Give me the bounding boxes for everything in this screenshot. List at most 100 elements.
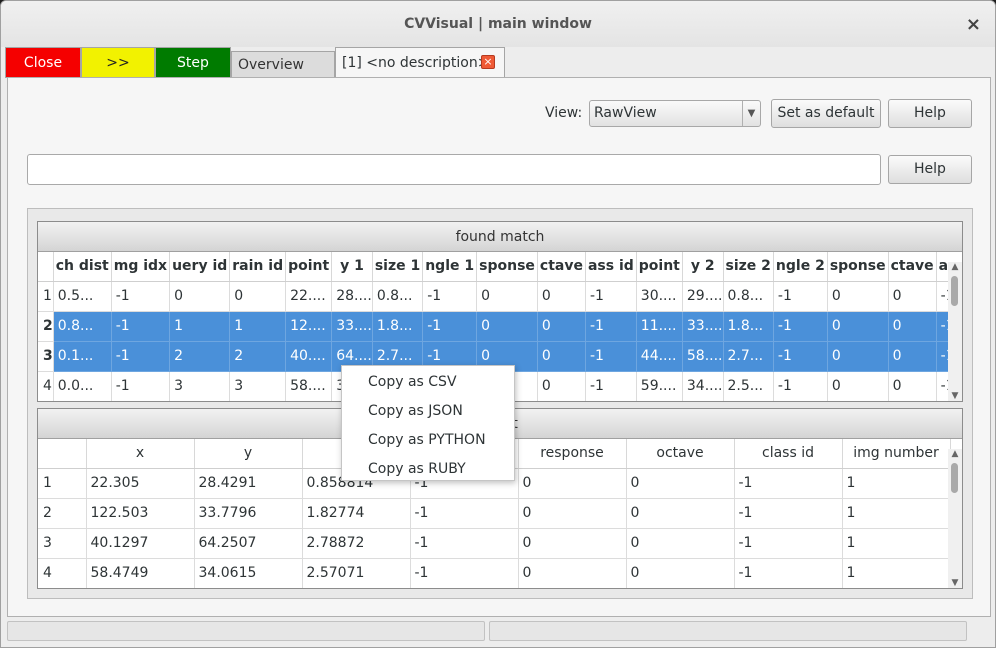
table-cell[interactable]: 58.... [682, 341, 724, 372]
table-cell[interactable]: 34.... [682, 371, 724, 401]
table-cell[interactable]: 122.503 [86, 498, 195, 529]
column-header[interactable]: ctave [888, 252, 937, 282]
table-cell[interactable]: 28.4291 [194, 468, 303, 499]
set-default-button[interactable]: Set as default [771, 99, 881, 128]
table-cell[interactable]: 1 [169, 311, 231, 342]
table-cell[interactable]: 1 [842, 468, 951, 499]
table-cell[interactable]: 0.5... [53, 281, 112, 312]
table-cell[interactable]: 0 [888, 281, 937, 312]
table-row[interactable]: 4 58.4749 34.0615 2.57071 -1 0 0 -1 1 [38, 558, 951, 588]
table-cell[interactable]: 2 [169, 341, 231, 372]
table-cell[interactable]: -1 [111, 371, 171, 401]
table-cell[interactable]: 0.1... [53, 341, 112, 372]
help-button-filter[interactable]: Help [888, 155, 972, 184]
table-cell[interactable]: 0 [626, 498, 735, 529]
scroll-thumb[interactable] [951, 276, 958, 306]
table-cell[interactable]: 40.... [285, 341, 333, 372]
column-header[interactable]: size 2 [723, 252, 774, 282]
found-match-header[interactable]: found match [38, 222, 962, 252]
tab-close-icon[interactable]: × [481, 55, 495, 69]
column-header[interactable]: img number [842, 439, 951, 469]
table-cell[interactable]: 0 [518, 558, 627, 588]
table-cell[interactable]: 33.... [682, 311, 724, 342]
table-cell[interactable]: 1 [229, 311, 287, 342]
table-cell[interactable]: 1.82774 [302, 498, 411, 529]
table-cell[interactable]: -1 [773, 341, 828, 372]
table-cell[interactable]: 0 [888, 311, 937, 342]
table-cell[interactable]: -1 [111, 311, 171, 342]
table-cell[interactable]: 0 [537, 281, 586, 312]
column-header[interactable]: point [285, 252, 333, 282]
table-cell[interactable]: -1 [734, 558, 843, 588]
table-cell[interactable]: 1.8... [372, 311, 424, 342]
table-cell[interactable]: 64.2507 [194, 528, 303, 559]
view-select[interactable]: RawView ▼ [589, 100, 761, 127]
table-cell[interactable]: 0 [827, 281, 889, 312]
scroll-up-icon[interactable]: ▲ [948, 262, 962, 272]
table-row[interactable]: 3 40.1297 64.2507 2.78872 -1 0 0 -1 1 [38, 528, 951, 559]
column-header[interactable]: ch dist [53, 252, 112, 282]
table-cell[interactable]: 12.... [285, 311, 333, 342]
table-cell[interactable]: 0.8... [53, 311, 112, 342]
column-header[interactable]: point [636, 252, 683, 282]
table-cell[interactable]: -1 [773, 311, 828, 342]
table-cell[interactable]: 33.7796 [194, 498, 303, 529]
row-header[interactable]: 2 [38, 498, 87, 529]
table-row[interactable]: 2 0.8... -1 1 1 12.... 33.... 1.8... -1 0 0 -1 11...… [38, 311, 962, 342]
table-cell[interactable]: 22.... [285, 281, 333, 312]
filter-input[interactable] [27, 154, 881, 185]
table-cell[interactable]: 30.... [636, 281, 683, 312]
copy-as-json-item[interactable]: Copy as JSON [342, 397, 514, 426]
table-cell[interactable]: 11.... [636, 311, 683, 342]
column-header[interactable]: uery id [169, 252, 231, 282]
row-header[interactable]: 4 [38, 371, 54, 401]
table-cell[interactable]: 1 [842, 528, 951, 559]
table-cell[interactable]: -1 [734, 468, 843, 499]
table-cell[interactable]: 44.... [636, 341, 683, 372]
row-header[interactable]: 1 [38, 281, 54, 312]
column-header[interactable]: sponse [476, 252, 538, 282]
column-header[interactable]: ngle 2 [773, 252, 828, 282]
table-cell[interactable]: -1 [734, 528, 843, 559]
column-header[interactable]: y [194, 439, 303, 469]
table-cell[interactable]: -1 [410, 528, 519, 559]
table-cell[interactable]: 0 [476, 311, 538, 342]
table-cell[interactable]: 0 [626, 558, 735, 588]
table-cell[interactable]: 1 [842, 558, 951, 588]
table-cell[interactable]: -1 [111, 281, 171, 312]
table-cell[interactable]: 40.1297 [86, 528, 195, 559]
table-cell[interactable]: 59.... [636, 371, 683, 401]
tab-overview[interactable]: Overview [231, 51, 335, 78]
column-header[interactable]: octave [626, 439, 735, 469]
table-cell[interactable]: 0 [169, 281, 231, 312]
table-cell[interactable]: -1 [773, 371, 828, 401]
tab-next-button[interactable]: >> [81, 47, 155, 78]
table-cell[interactable]: 0 [626, 468, 735, 499]
table-cell[interactable]: 0 [537, 371, 586, 401]
table-cell[interactable]: -1 [422, 311, 478, 342]
scroll-down-icon[interactable]: ▼ [948, 578, 962, 588]
table-cell[interactable]: 0 [229, 281, 287, 312]
column-header[interactable]: ass id [585, 252, 637, 282]
copy-as-python-item[interactable]: Copy as PYTHON [342, 426, 514, 455]
tab-close-button[interactable]: Close [5, 47, 81, 78]
column-header[interactable]: response [518, 439, 627, 469]
table-cell[interactable]: 1.8... [723, 311, 774, 342]
column-header[interactable]: ngle 1 [422, 252, 478, 282]
keypoint-scrollbar[interactable]: ▲ ▼ [948, 449, 962, 588]
title-bar[interactable]: CVVisual | main window × [1, 1, 995, 47]
table-cell[interactable]: 3 [169, 371, 231, 401]
table-corner[interactable] [38, 252, 54, 282]
table-cell[interactable]: 2.7... [723, 341, 774, 372]
table-cell[interactable]: 58.... [285, 371, 333, 401]
table-cell[interactable]: -1 [585, 371, 637, 401]
table-cell[interactable]: 0 [626, 528, 735, 559]
column-header[interactable]: class id [734, 439, 843, 469]
table-cell[interactable]: 2.5... [723, 371, 774, 401]
table-cell[interactable]: 0 [827, 341, 889, 372]
table-row[interactable]: 2 122.503 33.7796 1.82774 -1 0 0 -1 1 [38, 498, 951, 529]
table-cell[interactable]: 0.8... [723, 281, 774, 312]
table-cell[interactable]: 0 [518, 468, 627, 499]
table-cell[interactable]: 22.305 [86, 468, 195, 499]
column-header[interactable]: mg idx [111, 252, 171, 282]
